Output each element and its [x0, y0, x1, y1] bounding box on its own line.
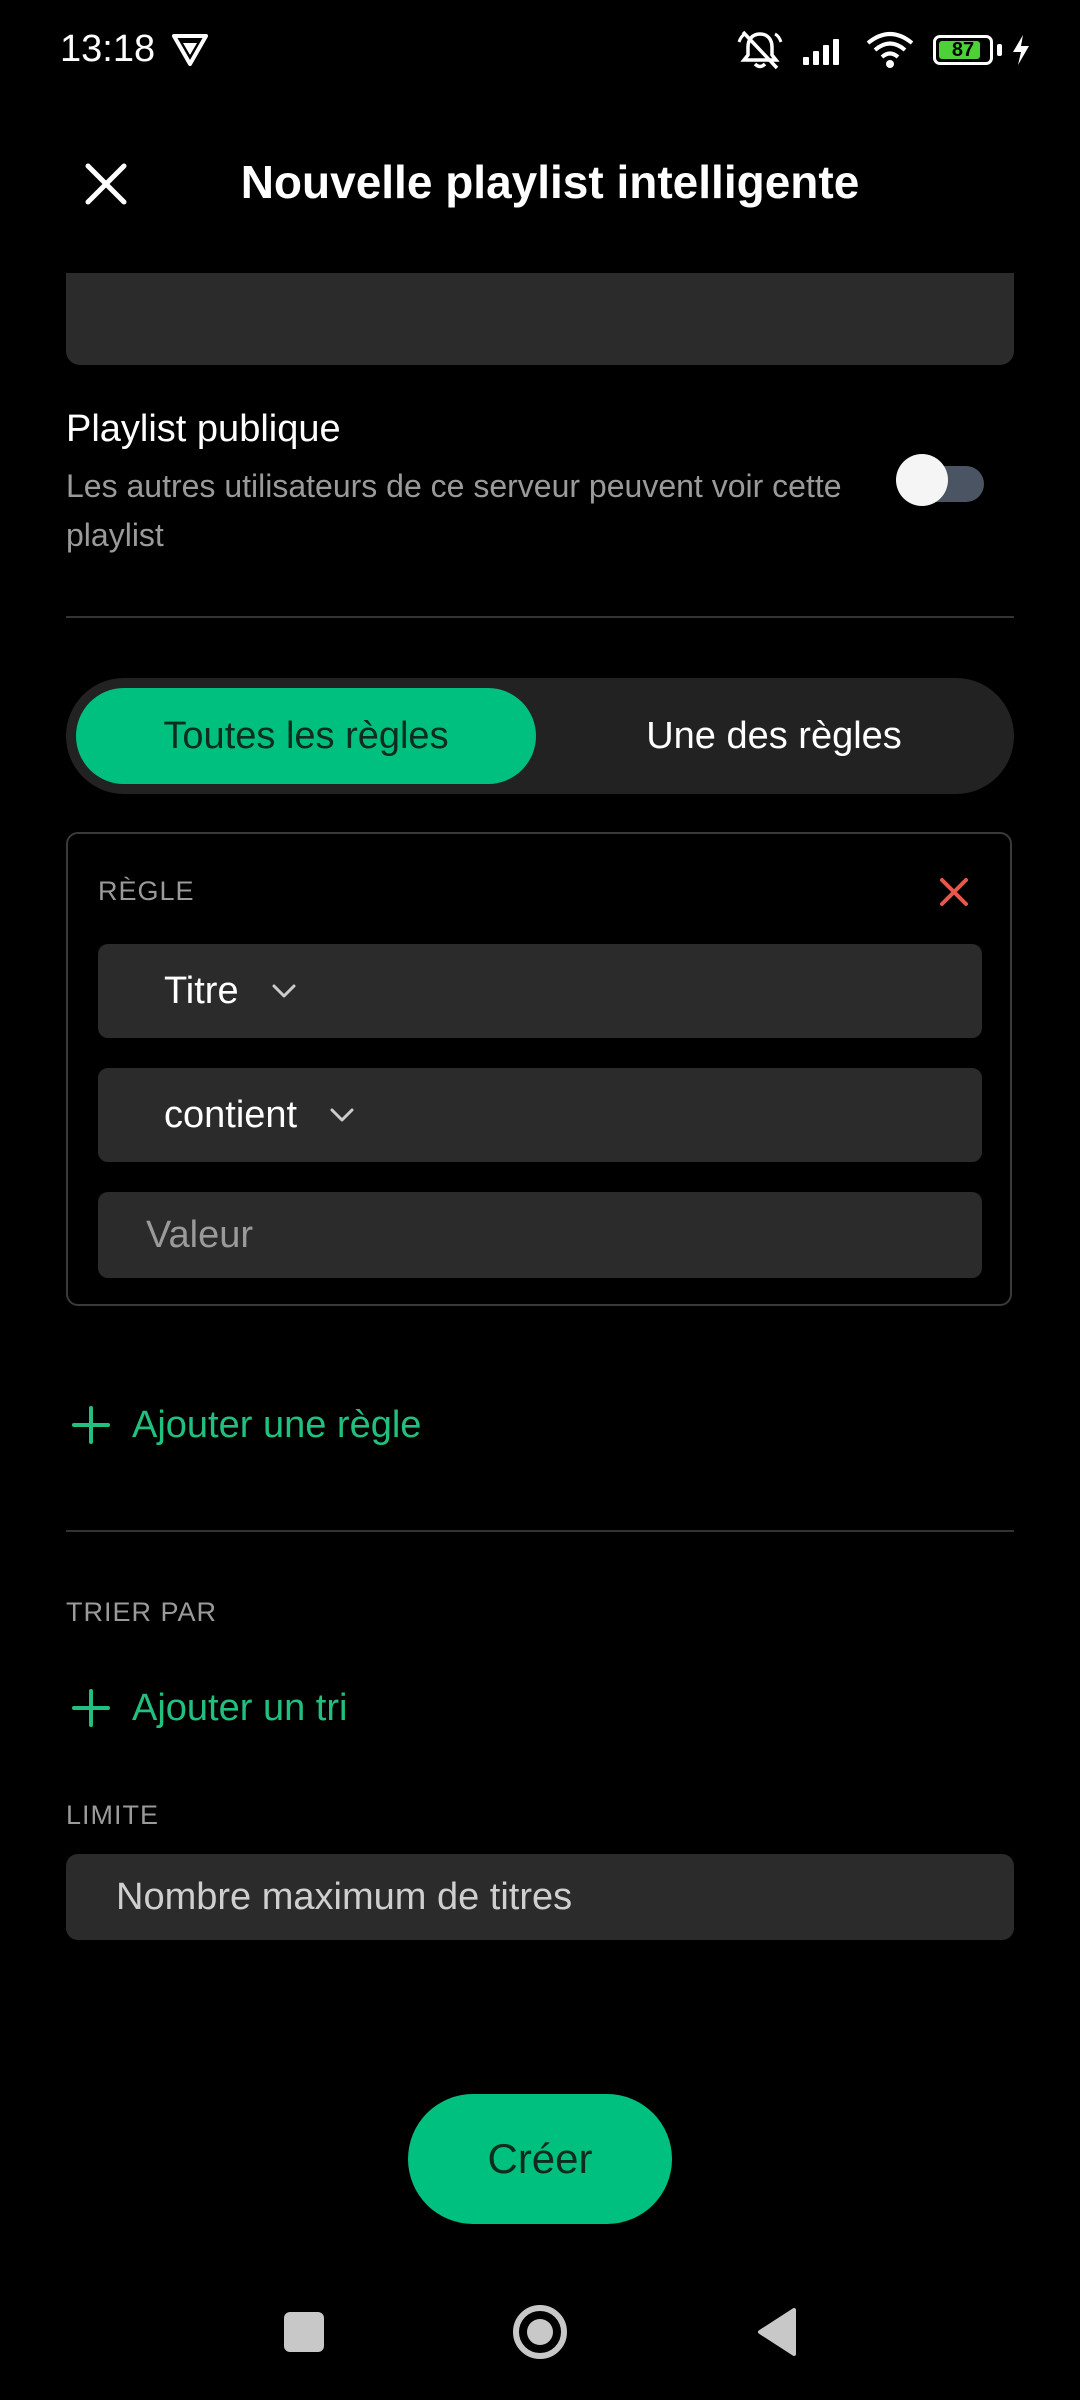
chevron-down-icon [330, 1108, 354, 1122]
public-playlist-title: Playlist publique [66, 408, 341, 450]
divider [66, 616, 1014, 618]
back-icon[interactable] [746, 2300, 810, 2364]
status-icons: 87 [737, 24, 1032, 76]
toggle-knob [896, 454, 948, 506]
battery-nub [997, 44, 1002, 56]
dnd-mute-icon [737, 30, 783, 70]
limit-section-label: LIMITE [66, 1800, 160, 1830]
page-title: Nouvelle playlist intelligente [240, 156, 860, 208]
vpn-icon [172, 34, 208, 66]
divider [66, 1530, 1014, 1532]
match-all-rules-tab[interactable]: Toutes les règles [76, 688, 536, 784]
add-sort-label: Ajouter un tri [132, 1686, 348, 1729]
charging-icon [1013, 35, 1029, 65]
plus-icon [72, 1689, 110, 1727]
chevron-down-icon [272, 984, 296, 998]
public-playlist-description: Les autres utilisateurs de ce serveur pe… [66, 468, 842, 553]
match-mode-selector: Toutes les règles Une des règles [66, 678, 1014, 794]
rule-operator-value: contient [164, 1093, 298, 1136]
playlist-name-field[interactable] [66, 273, 1014, 365]
recents-icon[interactable] [272, 2300, 336, 2364]
status-time: 13:18 [60, 28, 156, 70]
add-sort-button[interactable]: Ajouter un tri [66, 1683, 347, 1733]
home-icon[interactable] [508, 2300, 572, 2364]
plus-icon [72, 1406, 110, 1444]
rule-card: RÈGLE Titre contient [66, 832, 1012, 1306]
battery-icon: 87 [933, 35, 993, 65]
add-rule-button[interactable]: Ajouter une règle [66, 1400, 421, 1450]
rule-field-dropdown[interactable]: Titre [98, 944, 982, 1038]
public-playlist-toggle[interactable] [896, 454, 984, 506]
wifi-icon [866, 32, 914, 68]
limit-input[interactable] [66, 1854, 1014, 1940]
signal-icon [803, 39, 839, 65]
rule-value-input[interactable] [98, 1192, 982, 1278]
rule-operator-dropdown[interactable]: contient [98, 1068, 982, 1162]
sort-section-label: TRIER PAR [66, 1597, 218, 1627]
battery-level: 87 [951, 39, 975, 61]
remove-rule-icon[interactable] [934, 872, 974, 912]
rule-label: RÈGLE [98, 876, 195, 906]
create-button[interactable]: Créer [408, 2094, 672, 2224]
rule-field-value: Titre [164, 969, 239, 1012]
add-rule-label: Ajouter une règle [132, 1403, 422, 1446]
match-any-rule-tab[interactable]: Une des règles [544, 688, 1004, 784]
